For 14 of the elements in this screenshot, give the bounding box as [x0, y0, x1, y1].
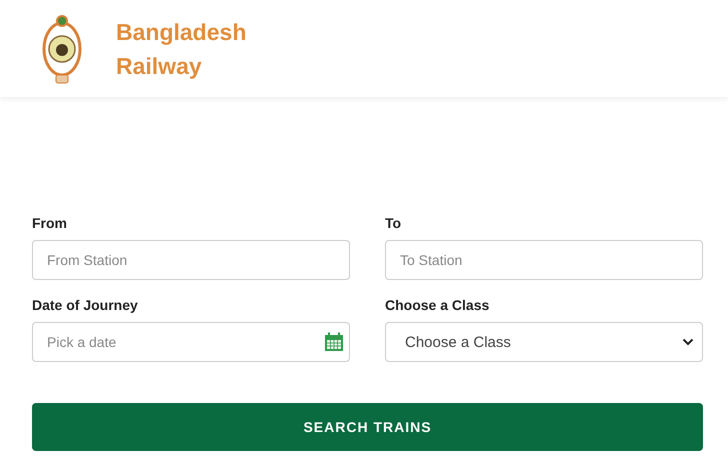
search-trains-button[interactable]: SEARCH TRAINS [32, 403, 703, 451]
station-field[interactable]: From Station [32, 240, 350, 280]
class-select[interactable]: Choose a Class [385, 322, 703, 362]
field-label: Date of Journey [32, 297, 139, 314]
date-field[interactable]: Pick a date [32, 322, 350, 362]
station-field[interactable]: To Station [385, 240, 703, 280]
emblem-logo [42, 12, 82, 84]
field-label: From [32, 215, 68, 232]
field-label: To [385, 215, 402, 232]
site-title: Railway [116, 52, 203, 80]
field-label: Choose a Class [385, 297, 490, 314]
site-title: Bangladesh [116, 18, 246, 46]
chevron-down-icon [682, 338, 694, 346]
calendar-icon[interactable] [324, 332, 344, 352]
